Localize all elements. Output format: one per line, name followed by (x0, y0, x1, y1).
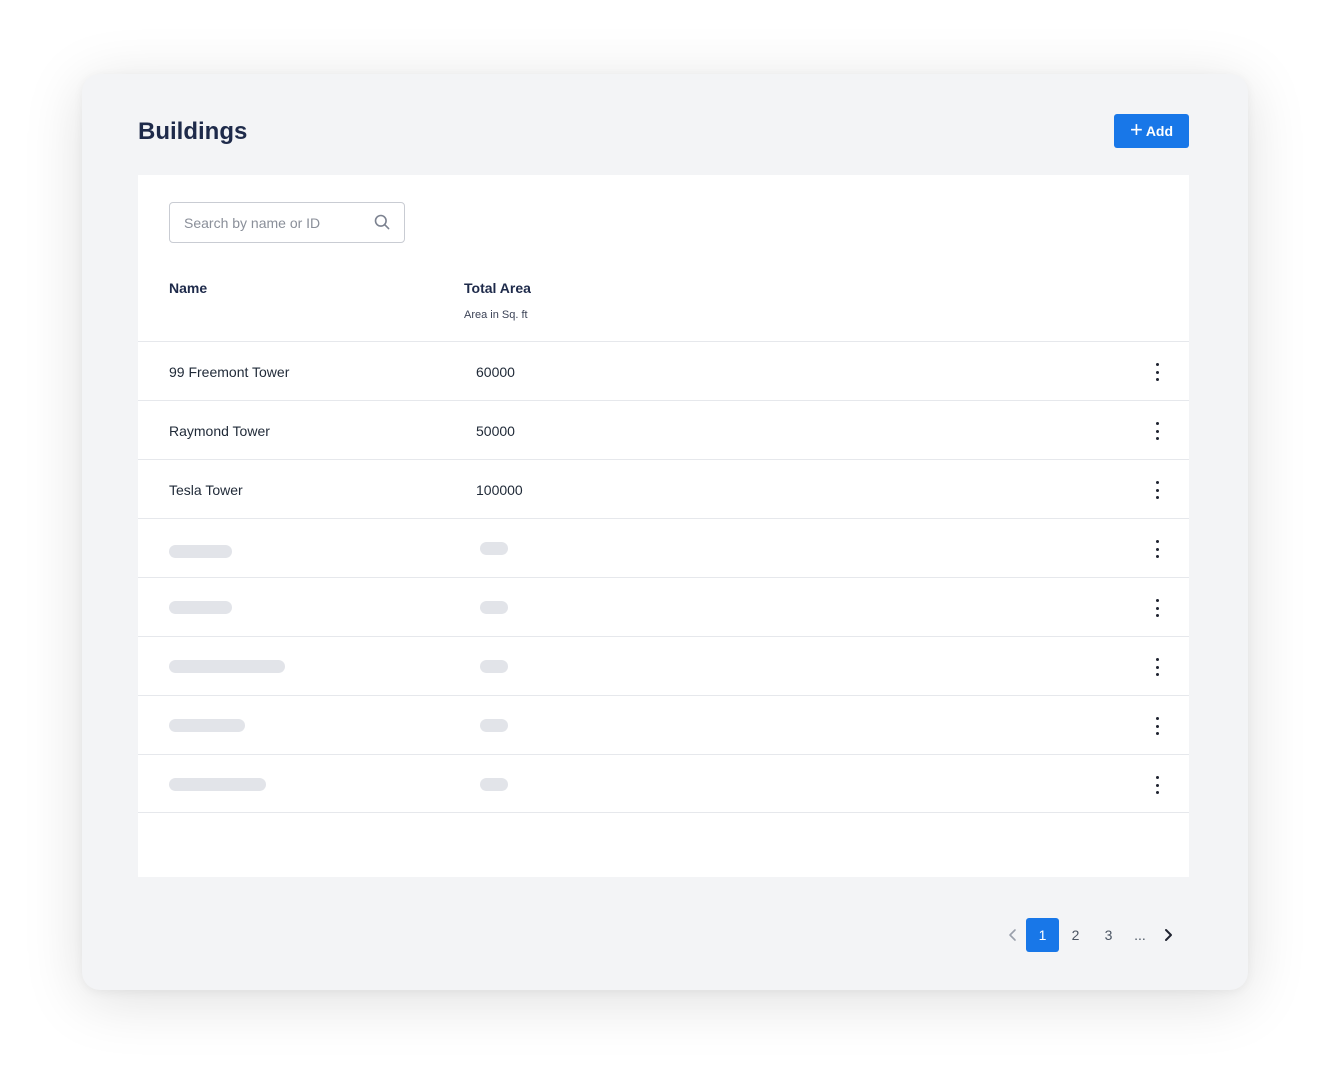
skeleton-area-placeholder (480, 542, 508, 555)
skeleton-area-placeholder (480, 601, 508, 614)
table-row[interactable]: Tesla Tower 100000 (138, 459, 1189, 518)
page-button-1[interactable]: 1 (1026, 918, 1059, 952)
skeleton-row (138, 518, 1189, 577)
skeleton-name-placeholder (169, 545, 232, 558)
table-body: 99 Freemont Tower 60000 Raymond Tower 50… (138, 341, 1189, 813)
buildings-window: Buildings + Add Name Total Area Area in … (82, 74, 1248, 990)
building-area: 60000 (476, 364, 515, 380)
row-menu-icon[interactable] (1153, 362, 1161, 382)
row-menu-icon[interactable] (1153, 539, 1161, 559)
pagination-ellipsis: ... (1134, 927, 1146, 943)
row-menu-icon[interactable] (1153, 775, 1161, 795)
row-menu-icon[interactable] (1153, 421, 1161, 441)
building-name: Tesla Tower (169, 482, 243, 498)
skeleton-name-placeholder (169, 660, 285, 673)
skeleton-area-placeholder (480, 660, 508, 673)
table-row[interactable]: Raymond Tower 50000 (138, 400, 1189, 459)
add-button[interactable]: + Add (1114, 114, 1189, 148)
building-area: 50000 (476, 423, 515, 439)
skeleton-name-placeholder (169, 601, 232, 614)
column-header-name[interactable]: Name (169, 280, 207, 296)
next-page-icon[interactable] (1155, 918, 1181, 952)
skeleton-row (138, 636, 1189, 695)
skeleton-row (138, 754, 1189, 813)
page-button-2[interactable]: 2 (1059, 918, 1092, 952)
skeleton-area-placeholder (480, 778, 508, 791)
search-box (169, 202, 405, 243)
page-title: Buildings (138, 118, 248, 145)
buildings-table-card: Name Total Area Area in Sq. ft 99 Freemo… (138, 175, 1189, 877)
pagination: 1 2 3 ... (1000, 918, 1181, 952)
building-name: 99 Freemont Tower (169, 364, 290, 380)
skeleton-row (138, 695, 1189, 754)
skeleton-area-placeholder (480, 719, 508, 732)
row-menu-icon[interactable] (1153, 716, 1161, 736)
search-icon[interactable] (374, 214, 390, 230)
add-button-label: Add (1145, 123, 1174, 139)
search-input[interactable] (170, 203, 370, 242)
skeleton-name-placeholder (169, 778, 266, 791)
column-header-total-area-unit: Area in Sq. ft (464, 309, 528, 321)
row-menu-icon[interactable] (1153, 598, 1161, 618)
previous-page-icon[interactable] (1000, 918, 1026, 952)
skeleton-name-placeholder (169, 719, 245, 732)
plus-icon: + (1129, 117, 1143, 142)
building-name: Raymond Tower (169, 423, 270, 439)
column-header-total-area[interactable]: Total Area (464, 280, 531, 296)
row-menu-icon[interactable] (1153, 657, 1161, 677)
table-row[interactable]: 99 Freemont Tower 60000 (138, 341, 1189, 400)
page-button-3[interactable]: 3 (1092, 918, 1125, 952)
skeleton-row (138, 577, 1189, 636)
building-area: 100000 (476, 482, 523, 498)
row-menu-icon[interactable] (1153, 480, 1161, 500)
